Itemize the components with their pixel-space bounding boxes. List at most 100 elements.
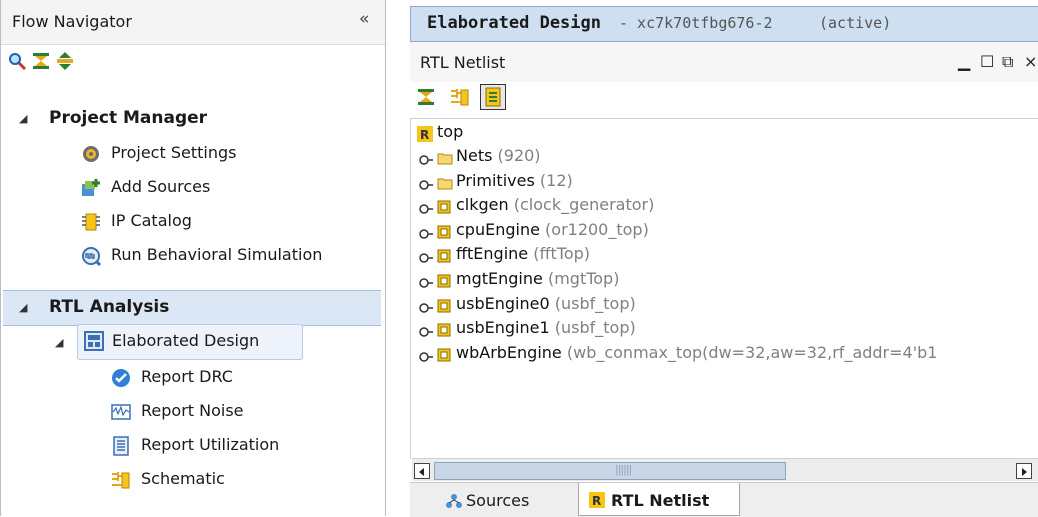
folder-icon — [437, 175, 453, 190]
cell-icon — [437, 224, 451, 239]
tree-row-label: clkgen (clock_generator) — [456, 195, 654, 214]
tree-row-name: mgtEngine — [456, 269, 543, 288]
schematic-icon[interactable] — [450, 87, 470, 107]
expand-triangle-icon[interactable]: ◢ — [19, 301, 27, 314]
check-icon — [111, 368, 131, 388]
noise-icon — [111, 402, 131, 422]
nav-item-run-behavioral-simulation[interactable]: Run Behavioral Simulation — [81, 242, 371, 270]
tree-row-label: fftEngine (fftTop) — [456, 244, 590, 263]
collapse-all-icon[interactable] — [416, 87, 436, 107]
minimize-icon[interactable]: ▁ — [958, 52, 970, 71]
close-icon[interactable]: × — [1024, 52, 1037, 71]
nav-item-add-sources[interactable]: Add Sources — [81, 174, 361, 202]
nav-item-label: Run Behavioral Simulation — [111, 245, 323, 264]
expand-all-icon[interactable] — [55, 51, 75, 71]
section-project-manager[interactable]: ◢ Project Manager — [1, 102, 385, 136]
tree-expander-icon[interactable] — [419, 200, 433, 214]
tree-expander-icon[interactable] — [419, 151, 433, 165]
netlist-panel-title: RTL Netlist — [420, 53, 506, 72]
tree-expander-icon[interactable] — [419, 176, 433, 190]
tree-expander-icon[interactable] — [419, 299, 433, 313]
elaborated-design-icon — [84, 331, 104, 351]
cell-icon — [437, 298, 451, 313]
svg-text:R: R — [592, 494, 601, 508]
tree-row-detail: (usbf_top) — [554, 293, 636, 313]
nav-item-label: Report DRC — [141, 367, 233, 386]
nav-item-report-utilization[interactable]: Report Utilization — [111, 432, 351, 460]
tab-label: Sources — [466, 491, 530, 510]
cell-icon — [437, 273, 451, 288]
tree-row-label: Nets (920) — [456, 146, 541, 165]
cell-icon — [437, 347, 451, 362]
nav-item-label: Schematic — [141, 469, 225, 488]
tree-row-name: Primitives — [456, 170, 535, 190]
nav-item-label: Report Noise — [141, 401, 244, 420]
design-part: - xc7k70tfbg676-2 — [619, 14, 773, 32]
tree-row-detail: (fftTop) — [533, 244, 591, 264]
simulation-icon — [81, 246, 102, 267]
scrollbar-thumb[interactable]: |||||| — [434, 462, 786, 480]
design-title: Elaborated Design — [427, 13, 601, 33]
cell-icon — [437, 248, 451, 263]
tree-expander-icon[interactable] — [419, 274, 433, 288]
cell-icon — [437, 322, 451, 337]
add-sources-icon — [81, 178, 101, 198]
nav-item-schematic[interactable]: Schematic — [111, 466, 351, 494]
rtl-netlist-icon: R — [589, 492, 605, 508]
bottom-tab-bar: Sources R RTL Netlist — [410, 482, 1038, 517]
collapse-panel-icon[interactable]: « — [359, 9, 369, 29]
tree-row-label: cpuEngine (or1200_top) — [456, 220, 649, 239]
expand-triangle-icon[interactable]: ◢ — [55, 336, 63, 349]
tree-row-detail: (mgtTop) — [547, 269, 620, 288]
tree-row-name: clkgen — [456, 195, 509, 215]
ip-catalog-icon — [81, 212, 101, 232]
cell-icon — [437, 199, 451, 214]
search-icon[interactable] — [7, 51, 27, 71]
sources-icon — [446, 493, 462, 509]
tree-row-label: usbEngine0 (usbf_top) — [456, 294, 636, 313]
netlist-tree: R top Nets (920) Primitives (12) clkgen (c… — [410, 118, 1038, 459]
tree-row-name: Nets — [456, 146, 493, 165]
tree-row-label: mgtEngine (mgtTop) — [456, 269, 619, 288]
netlist-panel-header: RTL Netlist ▁ ☐ ⧉ × — [410, 42, 1038, 82]
tree-expander-icon[interactable] — [419, 348, 433, 362]
scroll-left-icon[interactable] — [414, 463, 430, 479]
maximize-icon[interactable]: ☐ — [980, 52, 994, 71]
tree-expander-icon[interactable] — [419, 249, 433, 264]
tree-row-detail: (920) — [497, 146, 541, 165]
nav-item-report-drc[interactable]: Report DRC — [111, 364, 351, 392]
tree-row-label: wbArbEngine (wb_conmax_top(dw=32,aw=32,r… — [456, 343, 937, 362]
tree-row-label: Primitives (12) — [456, 171, 573, 190]
tree-row-detail: (usbf_top) — [554, 318, 636, 338]
tree-expander-icon[interactable] — [419, 225, 433, 239]
tab-sources[interactable]: Sources — [440, 483, 570, 515]
expand-triangle-icon[interactable]: ◢ — [19, 112, 27, 125]
section-label: RTL Analysis — [49, 297, 170, 317]
gear-icon — [81, 144, 101, 164]
design-tab[interactable]: Elaborated Design - xc7k70tfbg676-2 (act… — [410, 6, 1038, 42]
tree-row-name: fftEngine — [456, 244, 529, 264]
folder-icon — [437, 150, 453, 165]
section-label: Project Manager — [49, 108, 208, 128]
schematic-icon — [111, 470, 131, 490]
tab-rtl-netlist[interactable]: R RTL Netlist — [578, 483, 740, 516]
section-rtl-analysis[interactable]: ◢ RTL Analysis — [3, 290, 381, 326]
horizontal-scrollbar[interactable]: |||||| — [412, 458, 1038, 481]
nav-item-project-settings[interactable]: Project Settings — [81, 140, 361, 168]
collapse-all-icon[interactable] — [31, 51, 51, 71]
nav-item-ip-catalog[interactable]: IP Catalog — [81, 208, 361, 236]
nav-item-report-noise[interactable]: Report Noise — [111, 398, 351, 426]
tree-row-detail: (wb_conmax_top(dw=32,aw=32,rf_addr=4'b1 — [566, 342, 938, 362]
auto-update-icon[interactable] — [480, 84, 506, 110]
grip-icon: |||||| — [615, 463, 632, 476]
nav-item-label: Add Sources — [111, 177, 211, 196]
tree-row-name: usbEngine0 — [456, 293, 550, 313]
utilization-icon — [111, 436, 131, 456]
nav-item-label: Elaborated Design — [112, 331, 260, 350]
nav-item-elaborated-design[interactable]: Elaborated Design — [77, 324, 303, 360]
scroll-right-icon[interactable] — [1016, 463, 1032, 479]
restore-icon[interactable]: ⧉ — [1002, 52, 1013, 72]
tree-expander-icon[interactable] — [419, 323, 433, 337]
svg-text:R: R — [420, 128, 429, 142]
tree-row-detail: (clock_generator) — [513, 195, 655, 215]
